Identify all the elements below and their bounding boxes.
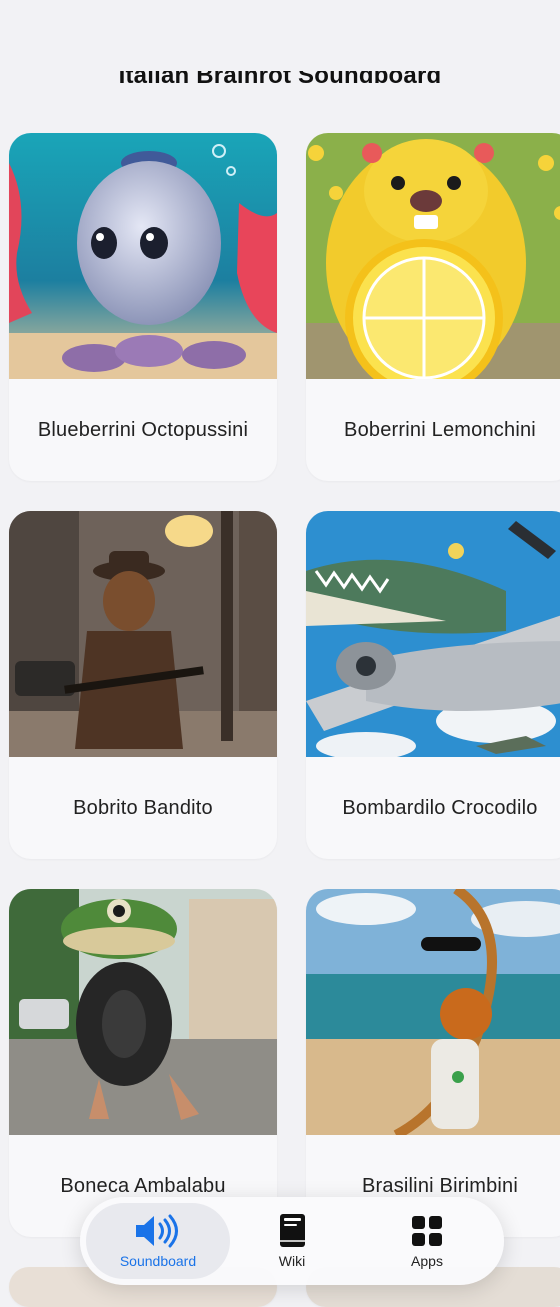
card-label: Blueberrini Octopussini <box>37 418 249 441</box>
sound-card-boneca-ambalabu[interactable]: Boneca Ambalabu <box>9 889 277 1237</box>
card-image <box>306 889 560 1135</box>
sound-card-blueberrini-octopussini[interactable]: Blueberrini Octopussini <box>9 133 277 481</box>
speaker-icon <box>134 1213 182 1249</box>
bottom-tab-bar: Soundboard Wiki Apps <box>80 1197 504 1285</box>
book-icon <box>277 1213 307 1249</box>
tab-label: Soundboard <box>119 1253 197 1269</box>
card-label: Bombardilo Crocodilo <box>342 796 538 819</box>
tab-label: Wiki <box>278 1253 306 1269</box>
card-image <box>9 511 277 757</box>
sound-card-boberrini-lemonchini[interactable]: Boberrini Lemonchini <box>306 133 560 481</box>
card-image <box>306 511 560 757</box>
tab-label: Apps <box>411 1253 443 1269</box>
card-label: Bobrito Bandito <box>73 796 213 819</box>
card-label: Boberrini Lemonchini <box>344 418 536 441</box>
card-image <box>9 889 277 1135</box>
tab-soundboard[interactable]: Soundboard <box>86 1203 230 1279</box>
grid-icon <box>411 1213 443 1249</box>
card-image <box>306 133 560 379</box>
sound-card-bombardilo-crocodilo[interactable]: Bombardilo Crocodilo <box>306 511 560 859</box>
page-title: Italian Brainrot Soundboard <box>118 62 442 89</box>
sound-card-brasilini-birimbini[interactable]: Brasilini Birimbini <box>306 889 560 1237</box>
card-image <box>9 133 277 379</box>
tab-wiki[interactable]: Wiki <box>246 1203 338 1279</box>
sound-card-bobrito-bandito[interactable]: Bobrito Bandito <box>9 511 277 859</box>
tab-apps[interactable]: Apps <box>380 1203 474 1279</box>
